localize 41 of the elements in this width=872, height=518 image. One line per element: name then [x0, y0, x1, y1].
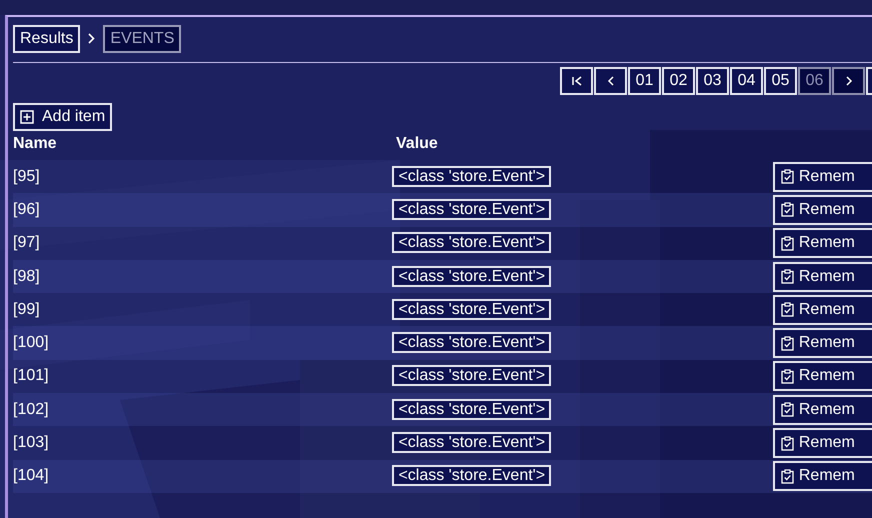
page-button[interactable]: 05: [764, 67, 797, 95]
breadcrumb-link[interactable]: EVENTS: [103, 25, 182, 53]
page-button[interactable]: 03: [696, 67, 729, 95]
name-cell: [96]: [13, 200, 40, 218]
value-cell: <class 'store.Event'>: [392, 398, 552, 420]
remember-button[interactable]: Remem: [772, 394, 872, 425]
name-cell: [101]: [13, 367, 49, 384]
remember-button[interactable]: Remem: [772, 162, 872, 192]
name-cell: [103]: [13, 434, 49, 452]
page-button[interactable]: 06: [798, 67, 831, 95]
page-button[interactable]: 04: [730, 67, 763, 95]
remember-button[interactable]: Remem: [772, 194, 872, 225]
add-item-button[interactable]: Add item: [13, 103, 112, 131]
value-cell: <class 'store.Event'>: [392, 365, 552, 386]
remember-button[interactable]: Remem: [772, 461, 872, 492]
name-cell: [97]: [13, 234, 40, 252]
value-cell: <class 'store.Event'>: [392, 432, 552, 454]
page-button[interactable]: 02: [662, 67, 695, 95]
name-cell: [104]: [13, 467, 49, 484]
value-cell: <class 'store.Event'>: [392, 232, 552, 254]
remember-button[interactable]: Remem: [772, 361, 872, 392]
remember-button[interactable]: Remem: [772, 228, 872, 258]
name-cell: [95]: [13, 168, 40, 185]
page-button[interactable]: 01: [628, 67, 661, 95]
remember-button[interactable]: Remem: [772, 262, 872, 292]
name-cell: [99]: [13, 300, 40, 318]
name-cell: [98]: [13, 268, 40, 285]
value-cell: <class 'store.Event'>: [392, 298, 552, 320]
value-cell: <class 'store.Event'>: [392, 465, 552, 486]
remember-button[interactable]: Remem: [772, 328, 872, 358]
column-header: Value: [396, 135, 438, 152]
value-cell: <class 'store.Event'>: [392, 332, 552, 354]
name-cell: [102]: [13, 400, 49, 418]
remember-button[interactable]: Remem: [772, 428, 872, 458]
remember-button[interactable]: Remem: [772, 294, 872, 325]
value-cell: <class 'store.Event'>: [392, 198, 552, 220]
column-header: Name: [13, 135, 57, 152]
name-cell: [100]: [13, 334, 49, 352]
breadcrumb-link[interactable]: Results: [13, 25, 80, 53]
value-cell: <class 'store.Event'>: [392, 166, 552, 187]
value-cell: <class 'store.Event'>: [392, 266, 552, 287]
